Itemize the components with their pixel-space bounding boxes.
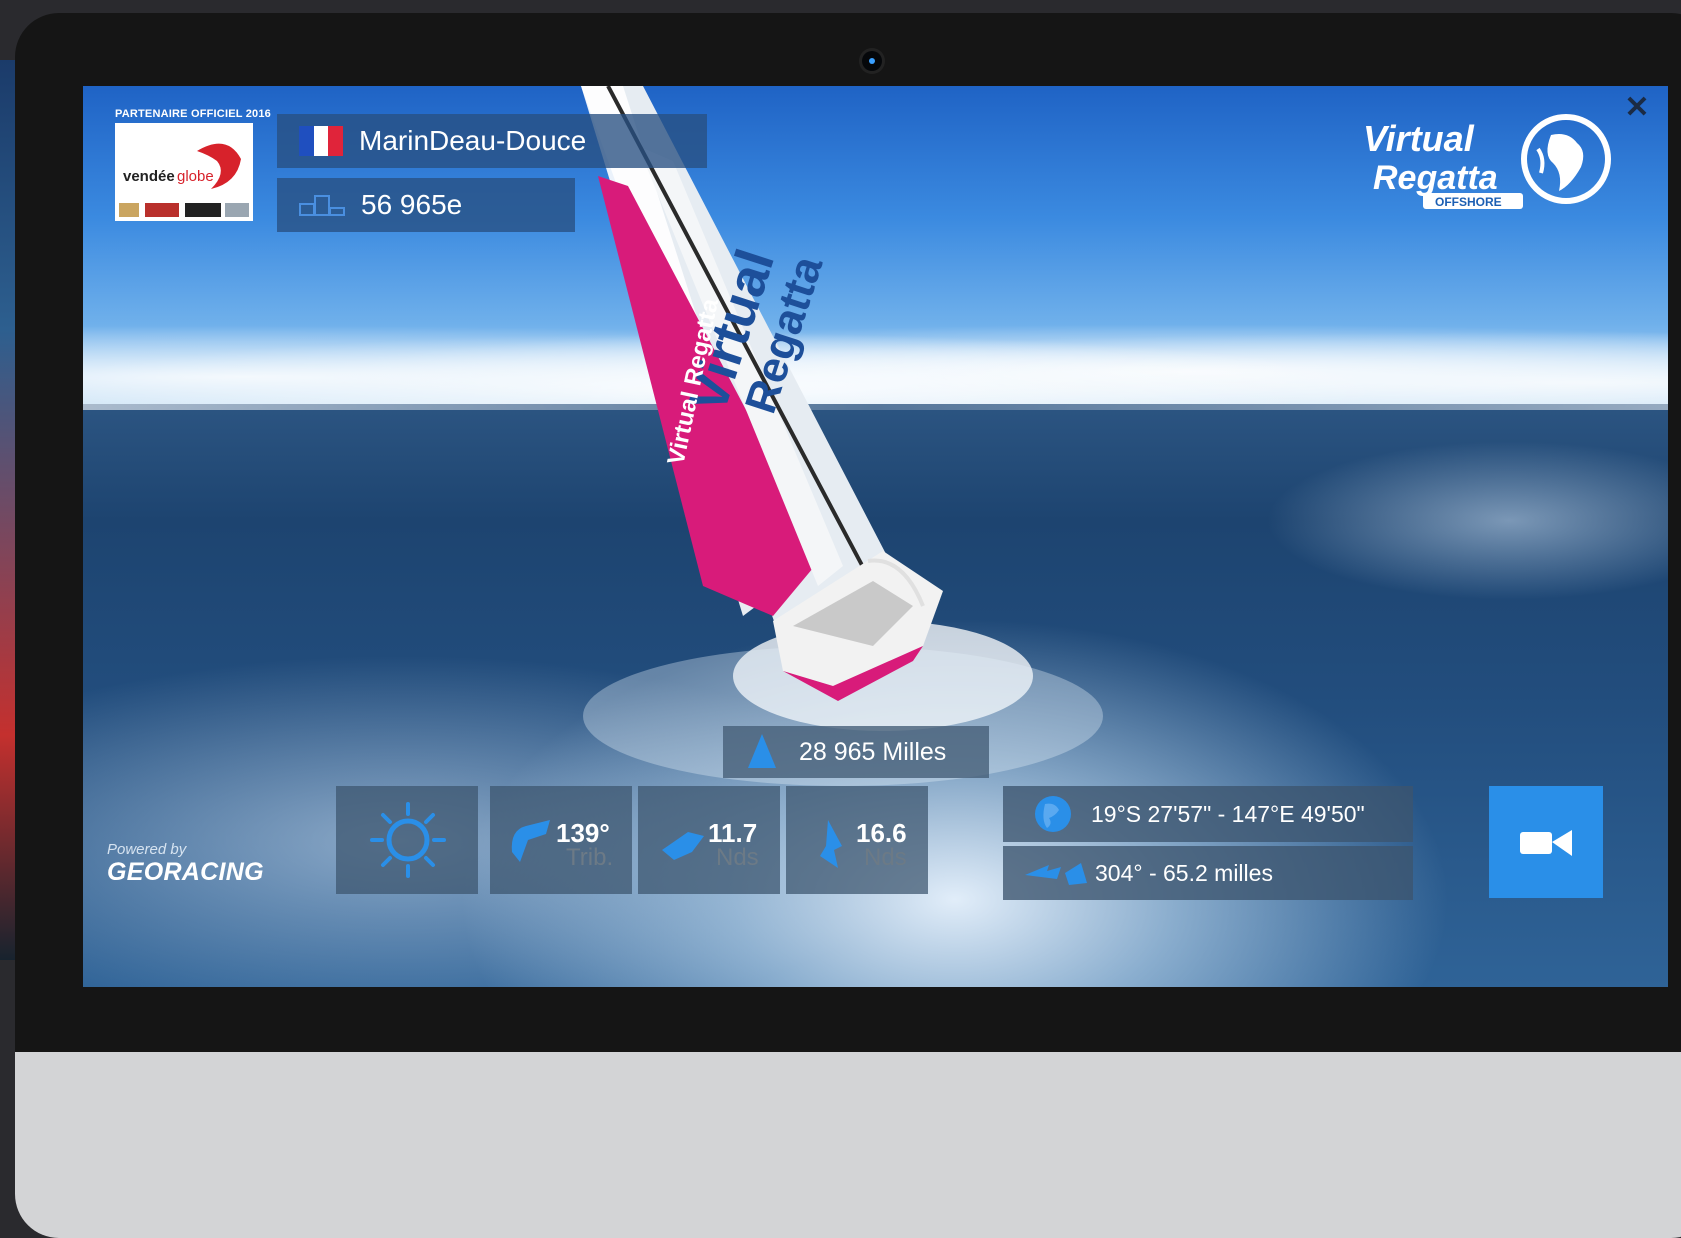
- monitor-frame: Virtual Regatta Virtual Regatta PARTENAI…: [15, 13, 1681, 1238]
- position-panel: 19°S 27'57" - 147°E 49'50": [1003, 786, 1413, 842]
- position-coordinates: 19°S 27'57" - 147°E 49'50": [1091, 800, 1365, 827]
- wind-direction-tile[interactable]: 139° Trib.: [490, 786, 632, 894]
- boat-speed-icon: [820, 820, 842, 868]
- vendee-globe-logo: vendée globe: [115, 123, 253, 221]
- sun-icon: [370, 802, 446, 878]
- game-screen[interactable]: Virtual Regatta Virtual Regatta PARTENAI…: [83, 86, 1668, 987]
- close-icon[interactable]: ✕: [1621, 92, 1653, 124]
- player-name: MarinDeau-Douce: [359, 125, 587, 156]
- france-flag-icon: [299, 126, 344, 156]
- wind-direction-icon: [511, 820, 550, 862]
- svg-text:OFFSHORE: OFFSHORE: [1435, 195, 1502, 209]
- webcam-icon: [862, 51, 882, 71]
- distance-panel: 28 965 Milles: [723, 726, 989, 778]
- route-icon: [1025, 863, 1087, 885]
- partner-label: PARTENAIRE OFFICIEL 2016: [115, 108, 271, 120]
- monitor-chin: [15, 1052, 1681, 1238]
- camera-button[interactable]: [1489, 786, 1603, 898]
- player-rank-panel: 56 965e: [277, 178, 575, 232]
- svg-text:vendée: vendée: [123, 168, 175, 185]
- heading-unit: Trib.: [566, 844, 614, 871]
- powered-by: Powered by GEORACING: [107, 841, 264, 887]
- globe-icon: [1035, 796, 1071, 832]
- virtual-regatta-logo: Virtual Regatta OFFSHORE: [1363, 114, 1611, 209]
- route-panel: 304° - 65.2 milles: [1003, 846, 1413, 900]
- boat-icon: [748, 734, 776, 768]
- partner-badge: PARTENAIRE OFFICIEL 2016 vendée globe: [115, 108, 271, 226]
- svg-text:Regatta: Regatta: [1373, 159, 1498, 197]
- player-rank: 56 965e: [361, 189, 463, 220]
- svg-text:Virtual: Virtual: [1363, 118, 1475, 159]
- boat-speed-tile[interactable]: 16.6 Nds: [786, 786, 928, 894]
- video-camera-icon: [1520, 830, 1572, 856]
- podium-icon: [299, 195, 345, 216]
- player-name-panel: MarinDeau-Douce: [277, 114, 707, 168]
- distance-remaining: 28 965 Milles: [799, 737, 947, 766]
- wind-speed-unit: Nds: [716, 844, 759, 871]
- georacing-logo: GEORACING: [107, 858, 264, 886]
- boat-speed-unit: Nds: [864, 844, 907, 871]
- powered-by-label: Powered by: [107, 841, 187, 858]
- route-bearing: 304° - 65.2 milles: [1095, 859, 1273, 886]
- wind-speed-tile[interactable]: 11.7 Nds: [638, 786, 780, 894]
- weather-tile[interactable]: [336, 786, 478, 894]
- wind-icon: [662, 832, 704, 860]
- svg-text:globe: globe: [177, 168, 214, 185]
